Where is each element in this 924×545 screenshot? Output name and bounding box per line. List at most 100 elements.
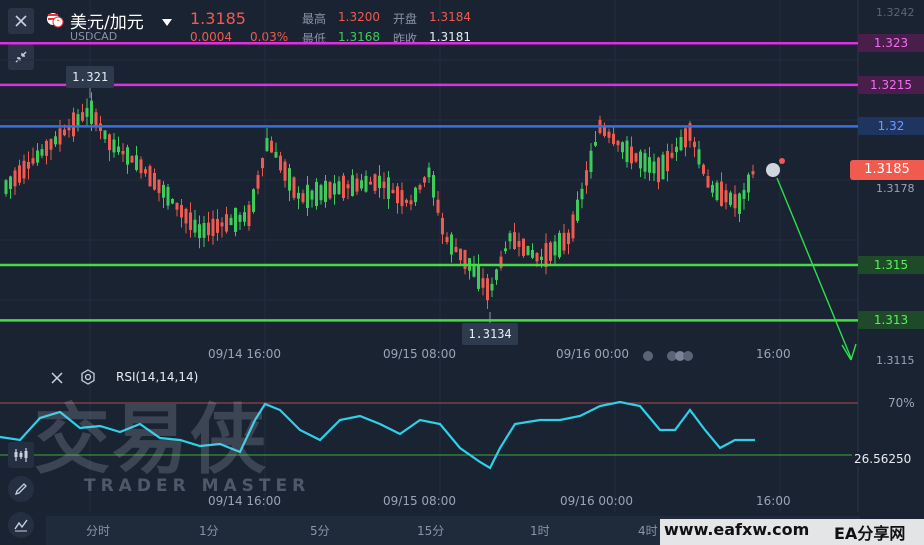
candle-body <box>364 175 368 192</box>
indicator-button[interactable] <box>8 442 34 468</box>
candle-body <box>517 241 521 247</box>
candle-body <box>522 238 525 256</box>
candle-body <box>729 192 732 205</box>
candle-body <box>171 199 174 204</box>
candle-body <box>27 161 30 169</box>
rsi-upper-label: 70% <box>888 396 915 410</box>
candle-body <box>337 181 341 195</box>
candle-body <box>76 114 80 127</box>
candle-body <box>481 278 485 288</box>
candle-body <box>751 171 755 175</box>
candle-body <box>184 208 188 224</box>
candle-body <box>342 175 345 199</box>
candle-body <box>553 241 557 256</box>
candle-body <box>711 184 714 193</box>
candle-body <box>22 160 26 179</box>
candle-body <box>252 189 255 212</box>
candle-body <box>238 215 242 222</box>
candle-body <box>427 167 431 178</box>
candle-body <box>283 161 287 181</box>
candle-body <box>720 181 723 206</box>
candle-body <box>202 222 206 238</box>
candle-body <box>558 232 561 258</box>
candle-body <box>382 181 386 189</box>
candle-body <box>661 154 665 180</box>
candle-body <box>585 170 588 186</box>
candle-body <box>85 108 89 117</box>
candle-body <box>103 130 107 140</box>
candle-body <box>724 190 728 203</box>
time-label: 09/16 00:00 <box>556 347 629 361</box>
level-tag: 1.32 <box>858 117 924 136</box>
draw-button[interactable] <box>8 476 34 502</box>
candle-body <box>409 200 413 205</box>
candle-body <box>54 136 57 145</box>
rsi-time-label: 09/14 16:00 <box>208 494 281 508</box>
candle-body <box>621 142 624 153</box>
site-url: www.eafxw.com <box>664 520 810 539</box>
candle-body <box>279 155 282 171</box>
candle-body <box>292 177 296 198</box>
site-brand: EA分享网 <box>834 524 906 543</box>
alert-icon[interactable] <box>766 158 785 177</box>
pager-dots[interactable] <box>640 347 700 366</box>
candle-body <box>139 159 143 174</box>
axis-top-label: 1.3242 <box>876 6 915 19</box>
candle-body <box>490 283 494 291</box>
candle-body <box>216 218 219 233</box>
candle-body <box>112 139 116 153</box>
timeframe-tab[interactable]: 1分 <box>199 522 219 539</box>
candle-body <box>211 218 215 237</box>
candle-body <box>589 150 593 172</box>
candle-body <box>486 278 489 301</box>
candle-body <box>387 177 390 199</box>
candles-icon <box>14 448 28 462</box>
candle-body <box>108 134 111 151</box>
candle-body <box>229 217 233 226</box>
candle-body <box>355 178 359 192</box>
candle-body <box>535 253 539 262</box>
timeframe-tab[interactable]: 5分 <box>310 522 330 539</box>
candle-body <box>328 182 332 199</box>
candlesticks <box>4 88 755 323</box>
axis-bottom-label: 1.3115 <box>876 354 915 367</box>
candle-body <box>319 185 323 201</box>
candle-body <box>153 172 156 190</box>
candle-body <box>220 222 224 227</box>
timeframe-tab[interactable]: 1时 <box>530 522 550 539</box>
candle-body <box>477 264 480 289</box>
candle-body <box>166 186 170 206</box>
candle-body <box>454 246 458 253</box>
candle-body <box>706 176 710 188</box>
candle-body <box>423 177 426 183</box>
watermark-sub: TRADER MASTER <box>84 476 311 496</box>
candle-body <box>36 150 39 163</box>
rsi-time-label: 16:00 <box>756 494 791 508</box>
candle-body <box>324 180 327 202</box>
candle-body <box>670 152 674 158</box>
candle-body <box>126 147 129 165</box>
timeframe-tab[interactable]: 分时 <box>86 522 110 539</box>
candle-body <box>49 139 53 150</box>
candle-body <box>625 140 629 163</box>
candle-body <box>576 199 579 221</box>
rsi-time-label: 09/16 00:00 <box>560 494 633 508</box>
candle-body <box>256 175 260 189</box>
candle-body <box>297 192 300 199</box>
candle-body <box>243 212 246 222</box>
candle-body <box>432 175 435 198</box>
candle-body <box>594 142 597 146</box>
candle-body <box>234 207 237 232</box>
timeframe-tab[interactable]: 4时 <box>638 522 658 539</box>
candle-body <box>445 236 449 243</box>
candle-body <box>396 186 399 204</box>
candle-body <box>418 185 422 190</box>
candle-body <box>346 184 350 189</box>
timeframe-tab[interactable]: 15分 <box>417 522 444 539</box>
candle-body <box>436 199 440 213</box>
candle-body <box>135 155 138 170</box>
candle-body <box>378 175 381 189</box>
candle-body <box>504 248 507 252</box>
chart-type-button[interactable] <box>8 512 34 538</box>
candle-body <box>747 174 750 193</box>
